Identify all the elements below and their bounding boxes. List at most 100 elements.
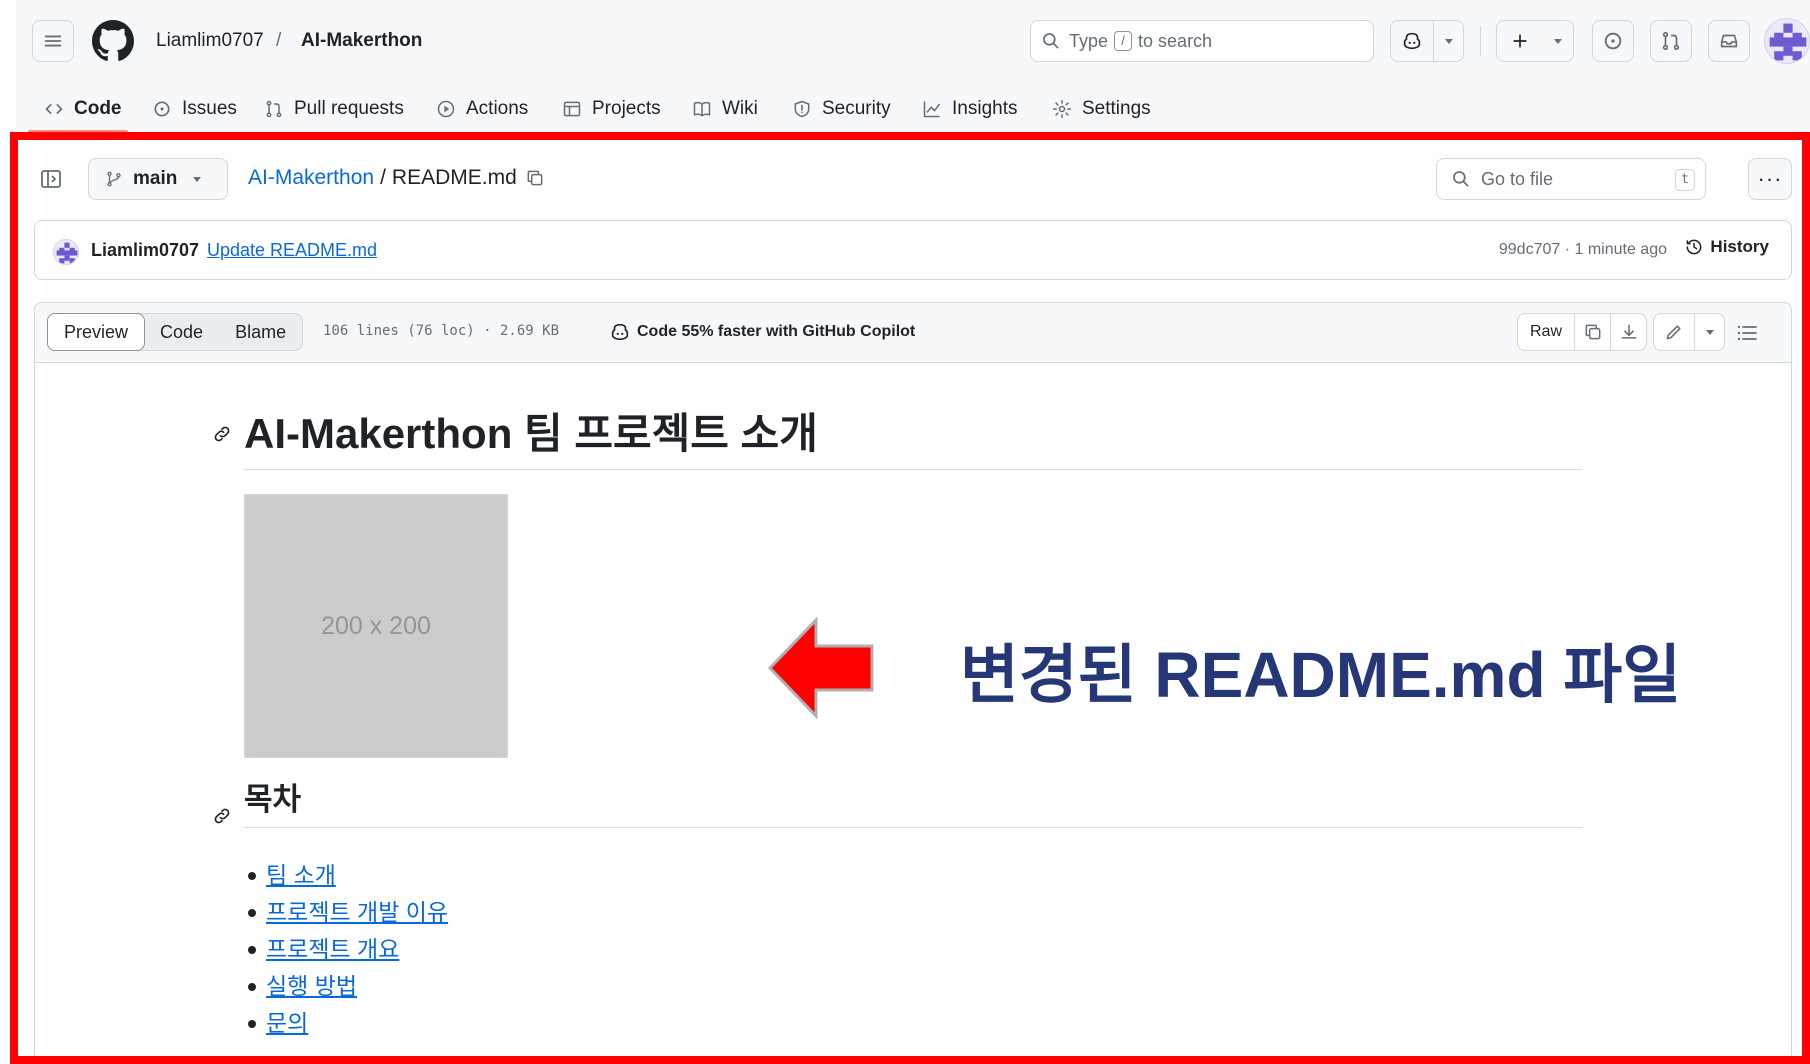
- more-options-button[interactable]: ···: [1748, 158, 1792, 200]
- commit-author[interactable]: Liamlim0707: [91, 240, 199, 261]
- active-tab-underline: [28, 130, 128, 134]
- search-input[interactable]: Type / to search: [1030, 20, 1374, 62]
- tab-pull-requests-label: Pull requests: [294, 98, 404, 119]
- go-to-file-input[interactable]: Go to file t: [1436, 158, 1706, 200]
- copilot-promo-text: Code 55% faster with GitHub Copilot: [637, 323, 916, 340]
- commit-author-avatar[interactable]: [53, 239, 79, 265]
- play-icon: [437, 100, 455, 118]
- toc-heading: 목차: [244, 780, 1582, 828]
- triangle-down-icon: [1444, 39, 1453, 44]
- readme-title-text: AI-Makerthon 팀 프로젝트 소개: [244, 410, 818, 457]
- tab-security[interactable]: Security: [792, 92, 891, 126]
- placeholder-image-label: 200 x 200: [321, 611, 431, 640]
- tab-issues-label: Issues: [182, 98, 237, 119]
- toc-link-reason[interactable]: 프로젝트 개발 이유: [266, 899, 448, 925]
- raw-button[interactable]: Raw: [1518, 314, 1574, 350]
- issues-shortcut-button[interactable]: [1592, 20, 1634, 62]
- table-icon: [563, 101, 581, 117]
- outline-list-icon[interactable]: [1735, 321, 1759, 345]
- copilot-icon: [1403, 32, 1421, 50]
- breadcrumb-repo-link[interactable]: AI-Makerthon: [248, 166, 374, 190]
- identicon: [1769, 23, 1807, 61]
- toc-link-overview[interactable]: 프로젝트 개요: [266, 936, 399, 962]
- copilot-button[interactable]: [1390, 20, 1464, 62]
- tab-projects[interactable]: Projects: [562, 92, 661, 126]
- tab-code-view[interactable]: Code: [144, 314, 219, 350]
- branch-selector[interactable]: main: [88, 158, 228, 200]
- file-breadcrumb: AI-Makerthon / README.md: [248, 166, 545, 190]
- search-text-after: to search: [1138, 30, 1213, 51]
- hamburger-menu-button[interactable]: [32, 20, 74, 62]
- header-top-bar: Liamlim0707 / AI-Makerthon Type / to sea…: [16, 0, 1810, 82]
- copilot-icon: [611, 323, 629, 341]
- toc-link-run[interactable]: 실행 방법: [266, 973, 357, 999]
- create-new-button[interactable]: [1496, 20, 1574, 62]
- triangle-down-icon: [1705, 330, 1714, 335]
- copilot-main[interactable]: [1391, 21, 1433, 61]
- copy-raw-button[interactable]: [1574, 314, 1610, 350]
- tab-code[interactable]: Code: [44, 92, 122, 126]
- search-icon: [1453, 171, 1469, 187]
- toc-link-contact[interactable]: 문의: [266, 1010, 308, 1036]
- hamburger-icon: [44, 35, 62, 47]
- copilot-promo[interactable]: Code 55% faster with GitHub Copilot: [609, 321, 915, 343]
- commit-message-link[interactable]: Update README.md: [207, 240, 377, 261]
- copy-icon[interactable]: [525, 168, 545, 188]
- edit-dropdown[interactable]: [1694, 314, 1724, 350]
- toc-list: 팀 소개 프로젝트 개발 이유 프로젝트 개요 실행 방법 문의: [247, 860, 448, 1045]
- link-anchor-icon[interactable]: [212, 424, 232, 444]
- tab-settings[interactable]: Settings: [1052, 92, 1151, 126]
- copilot-dropdown[interactable]: [1433, 21, 1463, 61]
- search-shortcut-key: /: [1114, 31, 1133, 51]
- breadcrumb-filename: README.md: [391, 166, 517, 189]
- list-item: 팀 소개: [247, 860, 448, 897]
- sidebar-toggle-button[interactable]: [36, 164, 66, 194]
- repo-link[interactable]: AI-Makerthon: [301, 28, 422, 54]
- pull-requests-shortcut-button[interactable]: [1650, 20, 1692, 62]
- list-item: 프로젝트 개발 이유: [247, 897, 448, 934]
- tab-preview[interactable]: Preview: [47, 313, 146, 351]
- github-logo-icon[interactable]: [92, 20, 134, 62]
- file-toolbar: Preview Code Blame 106 lines (76 loc) · …: [35, 303, 1791, 363]
- tab-issues[interactable]: Issues: [152, 92, 237, 126]
- history-label: History: [1710, 237, 1769, 256]
- edit-button[interactable]: [1654, 314, 1694, 350]
- toc-heading-text: 목차: [244, 782, 302, 817]
- branch-name: main: [133, 168, 178, 189]
- issue-icon: [154, 101, 170, 117]
- download-icon: [1621, 324, 1636, 339]
- user-avatar[interactable]: [1764, 18, 1810, 64]
- shield-icon: [794, 100, 810, 118]
- tab-blame[interactable]: Blame: [219, 314, 302, 350]
- create-dropdown[interactable]: [1543, 21, 1573, 61]
- copy-icon: [1585, 324, 1600, 340]
- graph-icon: [923, 101, 941, 118]
- inbox-button[interactable]: [1708, 20, 1750, 62]
- tab-actions[interactable]: Actions: [436, 92, 528, 126]
- placeholder-image: 200 x 200: [244, 494, 508, 758]
- view-mode-segmented-control: Preview Code Blame: [47, 313, 304, 351]
- repo-nav: Code Issues Pull requests Actions Projec…: [16, 82, 1810, 136]
- owner-link[interactable]: Liamlim0707: [156, 28, 264, 54]
- tab-security-label: Security: [822, 98, 891, 119]
- code-icon: [45, 104, 63, 114]
- download-button[interactable]: [1610, 314, 1646, 350]
- tab-pull-requests[interactable]: Pull requests: [264, 92, 404, 126]
- tab-settings-label: Settings: [1082, 98, 1151, 119]
- gear-icon: [1052, 99, 1072, 119]
- issue-icon: [1604, 32, 1622, 50]
- tab-wiki[interactable]: Wiki: [692, 92, 758, 126]
- tab-insights[interactable]: Insights: [922, 92, 1017, 126]
- history-button[interactable]: History: [1684, 237, 1769, 257]
- go-to-file-shortcut: t: [1675, 169, 1695, 191]
- plus-part[interactable]: [1497, 21, 1543, 61]
- branch-icon: [107, 171, 121, 187]
- identicon: [56, 242, 78, 264]
- toc-link-team[interactable]: 팀 소개: [266, 862, 336, 888]
- kebab-horizontal-icon: ···: [1757, 166, 1783, 191]
- file-header: main AI-Makerthon / README.md Go to file…: [30, 156, 1792, 202]
- commit-meta[interactable]: 99dc707 · 1 minute ago: [1499, 241, 1667, 259]
- book-icon: [693, 101, 711, 117]
- link-anchor-icon[interactable]: [212, 806, 232, 826]
- search-icon: [1043, 33, 1059, 49]
